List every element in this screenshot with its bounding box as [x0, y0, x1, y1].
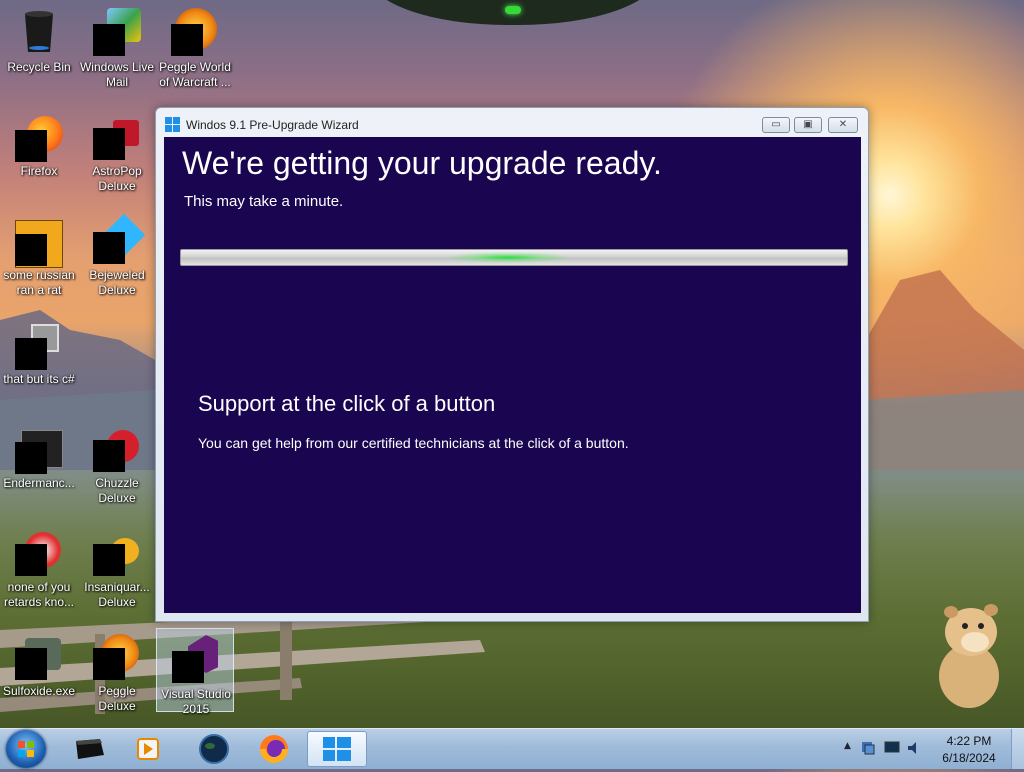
recycle-bin-icon — [25, 11, 53, 52]
desktop-icon-insaniquarium[interactable]: Insaniquar... Deluxe — [78, 522, 156, 618]
show-desktop-button[interactable] — [1011, 729, 1024, 769]
visual-studio-icon — [172, 635, 220, 683]
page-title: We're getting your upgrade ready. — [182, 145, 662, 181]
icon-label: Firefox — [20, 164, 58, 178]
icon-label: Sulfoxide.exe — [2, 684, 76, 698]
clock-time[interactable]: 4:22 PM — [934, 734, 1004, 748]
support-heading: Support at the click of a button — [198, 391, 496, 416]
subtitle: This may take a minute. — [184, 193, 344, 210]
desktop-icon-that-but-its-csharp[interactable]: that but its c# — [0, 314, 78, 410]
clock-date[interactable]: 6/18/2024 — [934, 751, 1004, 765]
taskbar: ▲ 4:22 PM 6/18/2024 — [0, 728, 1024, 769]
insaniquarium-icon — [93, 528, 141, 576]
minimize-button[interactable]: ▭ — [762, 117, 790, 133]
bejeweled-icon — [93, 213, 146, 264]
windows-live-mail-icon — [93, 8, 141, 56]
support-description: You can get help from our certified tech… — [198, 435, 629, 451]
taskbar-earth[interactable] — [186, 731, 242, 767]
peggle-wow-icon — [171, 8, 219, 56]
icon-label: AstroPop Deluxe — [92, 164, 142, 193]
progress-glow — [443, 252, 573, 263]
icon-label: Peggle World of Warcraft ... — [159, 60, 231, 89]
window-titlebar[interactable]: Windos 9.1 Pre-Upgrade Wizard ▭ ▣ ✕ — [156, 108, 868, 137]
volume-icon[interactable] — [906, 740, 922, 756]
start-orb-icon — [18, 741, 34, 757]
app-icon — [15, 424, 63, 474]
windows-logo-icon — [165, 117, 180, 132]
desktop-icon-some-russian[interactable]: some russian ran a rat — [0, 210, 78, 306]
desktop-icon-peggle-wow[interactable]: Peggle World of Warcraft ... — [156, 2, 234, 98]
status-led — [505, 6, 521, 14]
desktop-icon-sulfoxide[interactable]: Sulfoxide.exe — [0, 626, 78, 722]
taskbar-firefox[interactable] — [246, 731, 302, 767]
window-title: Windos 9.1 Pre-Upgrade Wizard — [186, 118, 359, 132]
taskbar-terminal[interactable] — [62, 731, 118, 767]
firefox-icon — [15, 112, 63, 162]
terminal-icon — [76, 739, 104, 759]
icon-label: Visual Studio 2015 — [161, 687, 231, 716]
firefox-icon — [260, 735, 288, 763]
peggle-icon — [93, 632, 141, 680]
monitor-icon[interactable] — [884, 741, 900, 755]
icon-label: none of you retards kno... — [3, 580, 75, 609]
app-icon — [15, 320, 63, 370]
taskbar-media-player[interactable] — [120, 731, 176, 767]
desktop-icon-visual-studio[interactable]: Visual Studio 2015 — [156, 628, 234, 716]
top-bezel — [368, 0, 658, 25]
app-icon — [15, 216, 63, 268]
icon-label: some russian ran a rat — [3, 268, 75, 297]
maximize-button[interactable]: ▣ — [794, 117, 822, 133]
app-icon — [15, 632, 63, 680]
desktop-icon-chuzzle[interactable]: Chuzzle Deluxe — [78, 418, 156, 514]
desktop-icon-windows-live-mail[interactable]: Windows Live Mail — [78, 2, 156, 98]
icon-label: Recycle Bin — [7, 60, 71, 74]
icon-label: Insaniquar... Deluxe — [84, 580, 150, 609]
media-player-icon — [137, 738, 159, 760]
wizard-content: We're getting your upgrade ready. This m… — [164, 137, 861, 613]
desktop-icon-recycle-bin[interactable]: Recycle Bin — [0, 2, 78, 98]
icon-label: Peggle Deluxe — [98, 684, 136, 713]
upgrade-wizard-window[interactable]: Windos 9.1 Pre-Upgrade Wizard ▭ ▣ ✕ We'r… — [155, 107, 869, 622]
progress-bar — [180, 249, 848, 266]
desktop-icon-none-of-you[interactable]: none of you retards kno... — [0, 522, 78, 618]
desktop-icon-peggle-deluxe[interactable]: Peggle Deluxe — [78, 626, 156, 722]
desktop-icon-firefox[interactable]: Firefox — [0, 106, 78, 202]
taskbar-upgrade-wizard[interactable] — [307, 731, 367, 767]
earth-icon — [199, 734, 229, 764]
icon-label: Windows Live Mail — [79, 60, 155, 89]
desktop-icon-bejeweled[interactable]: Bejeweled Deluxe — [78, 210, 156, 306]
icon-label: Bejeweled Deluxe — [89, 268, 145, 297]
desktop-icon-endermanc[interactable]: Endermanc... — [0, 418, 78, 514]
icon-label: that but its c# — [3, 372, 75, 386]
desktop-icon-astropop[interactable]: AstroPop Deluxe — [78, 106, 156, 202]
windows-logo-icon — [323, 737, 351, 761]
icon-label: Endermanc... — [3, 476, 75, 490]
show-hidden-icons-button[interactable]: ▲ — [844, 741, 851, 751]
app-icon — [15, 528, 63, 576]
system-tray: ▲ 4:22 PM 6/18/2024 — [834, 729, 1024, 769]
network-icon[interactable] — [860, 740, 876, 756]
start-button[interactable] — [6, 730, 46, 768]
astropop-icon — [93, 112, 141, 160]
chuzzle-icon — [93, 424, 141, 472]
close-button[interactable]: ✕ — [828, 117, 858, 133]
hamster-image — [939, 604, 999, 708]
icon-label: Chuzzle Deluxe — [95, 476, 139, 505]
